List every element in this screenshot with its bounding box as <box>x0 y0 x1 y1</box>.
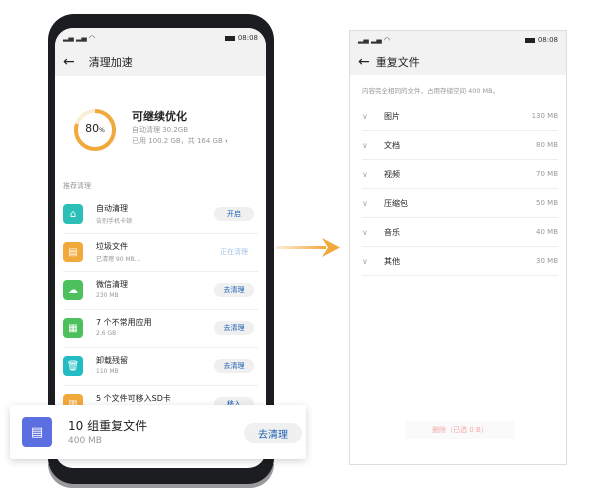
list-item[interactable]: ▤ 垃圾文件 已清理 90 MB... 正在清理 <box>63 234 258 272</box>
category-label: 视频 <box>384 169 400 179</box>
item-title: 卸载残留 <box>96 356 128 365</box>
category-row[interactable]: ∨ 压缩包 50 MB <box>362 189 558 218</box>
lock-icon: ⌂ <box>63 204 83 224</box>
trash-icon: 🗑 <box>63 356 83 376</box>
chevron-down-icon[interactable]: ∨ <box>362 170 384 179</box>
category-label: 文档 <box>384 140 400 150</box>
battery-icon <box>524 37 535 43</box>
chevron-right-icon: › <box>225 137 228 145</box>
card-size: 400 MB <box>68 436 102 446</box>
document-icon: ▤ <box>22 417 52 447</box>
time: 08:08 <box>537 36 558 44</box>
time: 08:08 <box>237 34 258 42</box>
item-title: 垃圾文件 <box>96 242 128 251</box>
list-item[interactable]: 🗑 卸载残留 110 MB 去清理 <box>63 348 258 386</box>
chevron-down-icon[interactable]: ∨ <box>362 228 384 237</box>
item-action-button[interactable]: 去清理 <box>214 283 254 297</box>
category-label: 图片 <box>384 111 400 121</box>
file-icon: ▤ <box>63 242 83 262</box>
category-size: 40 MB <box>536 228 558 236</box>
item-action-button[interactable]: 去清理 <box>214 321 254 335</box>
battery-icon <box>224 35 235 41</box>
item-title: 5 个文件可移入SD卡 <box>96 394 171 403</box>
list-item[interactable]: ☁ 微信清理 230 MB 去清理 <box>63 272 258 310</box>
left-screen: ▂▄ ▂▄ ◠ 08:08 ← 清理加速 80% 可继续优化 自动清理 30.2GB… <box>55 28 266 468</box>
category-size: 70 MB <box>536 170 558 178</box>
item-action-button[interactable]: 去清理 <box>214 359 254 373</box>
percent-unit: % <box>99 127 105 134</box>
percent-value: 80 <box>85 122 100 135</box>
item-sub: 已清理 90 MB... <box>96 256 141 263</box>
item-title: 7 个不常用应用 <box>96 318 152 327</box>
item-sub: 110 MB <box>96 368 119 375</box>
summary-title: 可继续优化 <box>132 110 187 123</box>
item-sub: 2.6 GB <box>96 330 117 337</box>
delete-button[interactable]: 删除（已选 0 B） <box>406 421 514 439</box>
category-size: 80 MB <box>536 141 558 149</box>
category-row[interactable]: ∨ 视频 70 MB <box>362 160 558 189</box>
card-title: 10 组重复文件 <box>68 419 148 433</box>
chevron-down-icon[interactable]: ∨ <box>362 257 384 266</box>
category-row[interactable]: ∨ 音乐 40 MB <box>362 218 558 247</box>
right-screen: ▂▄ ▂▄ ◠ 08:08 ← 重复文件 内容完全相同的文件，占用存储空间 400 … <box>349 30 567 465</box>
usage-text: 已用 100.2 GB，共 164 GB <box>132 137 223 145</box>
chevron-down-icon[interactable]: ∨ <box>362 141 384 150</box>
signal-icon: ▂▄ ▂▄ ◠ <box>63 34 96 42</box>
chevron-down-icon[interactable]: ∨ <box>362 112 384 121</box>
back-arrow-icon[interactable]: ← <box>63 54 75 70</box>
signal-icon: ▂▄ ▂▄ ◠ <box>358 36 391 44</box>
category-label: 音乐 <box>384 227 400 237</box>
category-size: 30 MB <box>536 257 558 265</box>
item-sub: 告别手机卡顿 <box>96 218 133 225</box>
section-label: 推荐清理 <box>63 182 91 190</box>
auto-clean-size: 自动清理 30.2GB <box>132 126 189 134</box>
category-row[interactable]: ∨ 文档 80 MB <box>362 131 558 160</box>
status-bar: ▂▄ ▂▄ ◠ 08:08 <box>55 28 266 48</box>
duplicate-files-card[interactable]: ▤ 10 组重复文件 400 MB 去清理 <box>10 405 306 459</box>
item-action-button[interactable]: 正在清理 <box>214 245 254 259</box>
apps-icon: ▦ <box>63 318 83 338</box>
category-size: 50 MB <box>536 199 558 207</box>
chevron-down-icon[interactable]: ∨ <box>362 199 384 208</box>
category-row[interactable]: ∨ 图片 130 MB <box>362 102 558 131</box>
item-sub: 230 MB <box>96 292 119 299</box>
storage-usage[interactable]: 已用 100.2 GB，共 164 GB › <box>132 136 228 146</box>
list-item[interactable]: ▦ 7 个不常用应用 2.6 GB 去清理 <box>63 310 258 348</box>
category-size: 130 MB <box>531 112 558 120</box>
item-title: 自动清理 <box>96 204 128 213</box>
description: 内容完全相同的文件，占用存储空间 400 MB。 <box>362 87 500 95</box>
status-bar: ▂▄ ▂▄ ◠ 08:08 <box>350 31 566 49</box>
item-action-button[interactable]: 开启 <box>214 207 254 221</box>
progress-ring: 80% <box>73 108 117 156</box>
page-title: 清理加速 <box>88 56 133 69</box>
arrow-icon <box>276 238 340 257</box>
back-arrow-icon[interactable]: ← <box>358 54 370 70</box>
category-row[interactable]: ∨ 其他 30 MB <box>362 247 558 276</box>
item-title: 微信清理 <box>96 280 128 289</box>
page-title: 重复文件 <box>375 56 420 69</box>
category-label: 其他 <box>384 256 400 266</box>
category-label: 压缩包 <box>384 198 408 208</box>
wechat-icon: ☁ <box>63 280 83 300</box>
list-item[interactable]: ⌂ 自动清理 告别手机卡顿 开启 <box>63 196 258 234</box>
clean-button[interactable]: 去清理 <box>244 423 302 443</box>
